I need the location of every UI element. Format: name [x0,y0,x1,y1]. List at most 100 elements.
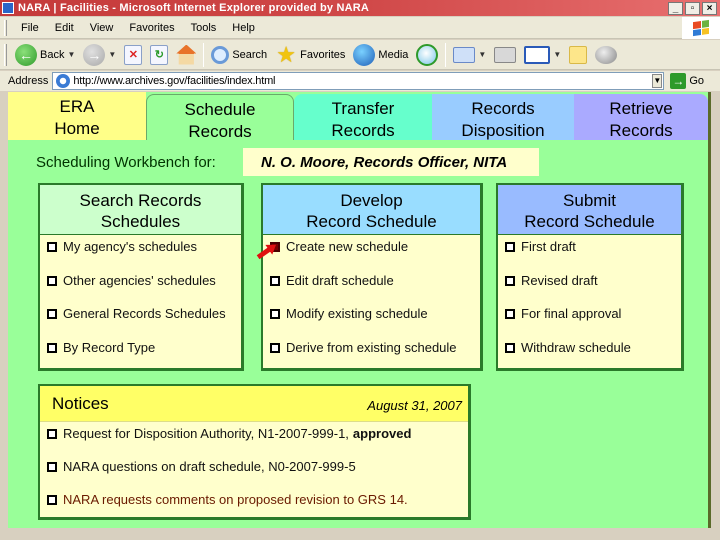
checkbox-icon[interactable] [47,242,57,252]
tab-retrieve-records[interactable]: Retrieve Records [574,94,708,140]
close-button[interactable]: × [702,1,717,15]
refresh-button[interactable]: ↻ [146,42,172,68]
history-button[interactable] [412,42,442,68]
submit-option-revised-draft[interactable]: Revised draft [505,269,681,303]
submit-schedule-panel: Submit Record Schedule First draft Revis… [496,183,684,371]
tab-era-home[interactable]: ERA Home [8,92,146,140]
stop-button[interactable]: ✕ [120,42,146,68]
mail-dropdown-icon[interactable]: ▼ [478,50,486,59]
toolbar-grip [4,19,7,36]
checkbox-icon[interactable] [47,495,57,505]
notices-panel: Notices August 31, 2007 Request for Disp… [38,384,471,520]
forward-dropdown-icon[interactable]: ▼ [108,50,116,59]
back-button[interactable]: ← Back ▼ [11,42,79,68]
search-label: Search [232,48,268,61]
search-option-my-agency[interactable]: My agency's schedules [47,235,241,269]
notices-header: Notices August 31, 2007 [40,386,468,422]
develop-option-modify-existing[interactable]: Modify existing schedule [270,302,480,336]
tab-transfer-records[interactable]: Transfer Records [294,94,432,140]
menu-tools[interactable]: Tools [183,22,225,34]
checkbox-icon[interactable] [505,242,515,252]
notes-button[interactable] [565,42,591,68]
maximize-button[interactable]: ▫ [685,1,700,15]
checkbox-icon[interactable] [270,342,280,353]
print-button[interactable] [490,42,520,68]
tab-schedule-records[interactable]: Schedule Records [146,94,294,141]
panel-title: Record Schedule [306,212,437,231]
workbench-user: N. O. Moore, Records Officer, NITA [243,148,539,176]
tab-label: ERA [59,97,95,116]
toolbar-separator [203,42,205,67]
back-label: Back [40,48,65,61]
mail-icon [453,46,476,63]
menu-help[interactable]: Help [224,22,263,34]
option-label: Withdraw schedule [521,339,631,355]
search-schedules-panel: Search Records Schedules My agency's sch… [38,183,244,371]
checkbox-icon[interactable] [47,309,57,319]
notice-item[interactable]: Request for Disposition Authority, N1-20… [47,422,468,455]
develop-schedule-panel: Develop Record Schedule Create new sched… [261,183,483,371]
notice-item[interactable]: NARA requests comments on proposed revis… [47,488,468,521]
go-button[interactable]: → Go [670,73,704,89]
develop-option-derive[interactable]: Derive from existing schedule [270,336,480,370]
address-dropdown-icon[interactable]: ▼ [652,74,663,88]
tab-label: Schedule [184,100,256,119]
page-content: ERA Home Transfer Records Records Dispos… [8,92,711,528]
home-icon [176,44,197,65]
messenger-button[interactable] [591,42,621,68]
edit-button[interactable]: ▼ [520,42,565,68]
checkbox-icon[interactable] [505,342,515,353]
minimize-button[interactable]: _ [668,1,683,15]
panel-title: Submit [563,191,616,210]
sticky-note-icon [569,45,588,64]
submit-option-final-approval[interactable]: For final approval [505,302,681,336]
go-label: Go [689,75,705,87]
checkbox-icon[interactable] [505,309,515,319]
panel-title: Develop [340,191,403,210]
menu-edit[interactable]: Edit [47,22,82,34]
media-label: Media [378,48,409,61]
search-button[interactable]: Search [207,42,271,68]
checkbox-icon[interactable] [505,275,515,286]
checkbox-icon[interactable] [270,309,280,319]
option-label: Edit draft schedule [286,272,394,288]
search-option-grs[interactable]: General Records Schedules [47,302,241,336]
option-label: General Records Schedules [63,306,226,321]
option-label: For final approval [521,306,622,321]
standard-toolbar: ← Back ▼ → ▼ ✕ ↻ Search ★ Favorites Medi… [0,40,720,70]
star-icon: ★ [276,41,297,67]
search-option-record-type[interactable]: By Record Type [47,336,241,370]
checkbox-icon[interactable] [270,275,280,286]
ie-app-icon [2,2,14,14]
notices-date: August 31, 2007 [367,398,462,413]
checkbox-icon[interactable] [47,342,57,353]
mail-button[interactable]: ▼ [449,42,490,68]
checkbox-icon[interactable] [47,275,57,286]
back-dropdown-icon[interactable]: ▼ [67,50,75,59]
submit-option-first-draft[interactable]: First draft [505,235,681,269]
develop-option-edit-draft[interactable]: Edit draft schedule [270,269,480,303]
panel-header: Search Records Schedules [40,185,241,235]
menu-favorites[interactable]: Favorites [121,22,182,34]
menu-view[interactable]: View [82,22,122,34]
title-bar: NARA | Facilities - Microsoft Internet E… [0,0,720,16]
home-button[interactable] [172,42,200,68]
messenger-icon [595,45,618,64]
favorites-button[interactable]: ★ Favorites [271,42,349,68]
media-button[interactable]: Media [349,42,412,68]
panel-title: Schedules [100,212,181,231]
edit-dropdown-icon[interactable]: ▼ [553,50,561,59]
develop-option-create-new[interactable]: Create new schedule [270,235,480,269]
forward-button[interactable]: → ▼ [79,42,120,68]
notice-item[interactable]: NARA questions on draft schedule, N0-200… [47,455,468,488]
tab-label: Records [609,121,673,140]
url-input[interactable] [73,75,653,87]
checkbox-icon[interactable] [47,429,57,439]
favorites-label: Favorites [300,48,346,61]
search-option-other-agencies[interactable]: Other agencies' schedules [47,269,241,303]
tab-records-disposition[interactable]: Records Disposition [432,94,574,140]
menu-file[interactable]: File [13,22,47,34]
address-field[interactable]: ▼ [52,72,665,90]
checkbox-icon[interactable] [47,462,57,472]
submit-option-withdraw[interactable]: Withdraw schedule [505,336,681,370]
